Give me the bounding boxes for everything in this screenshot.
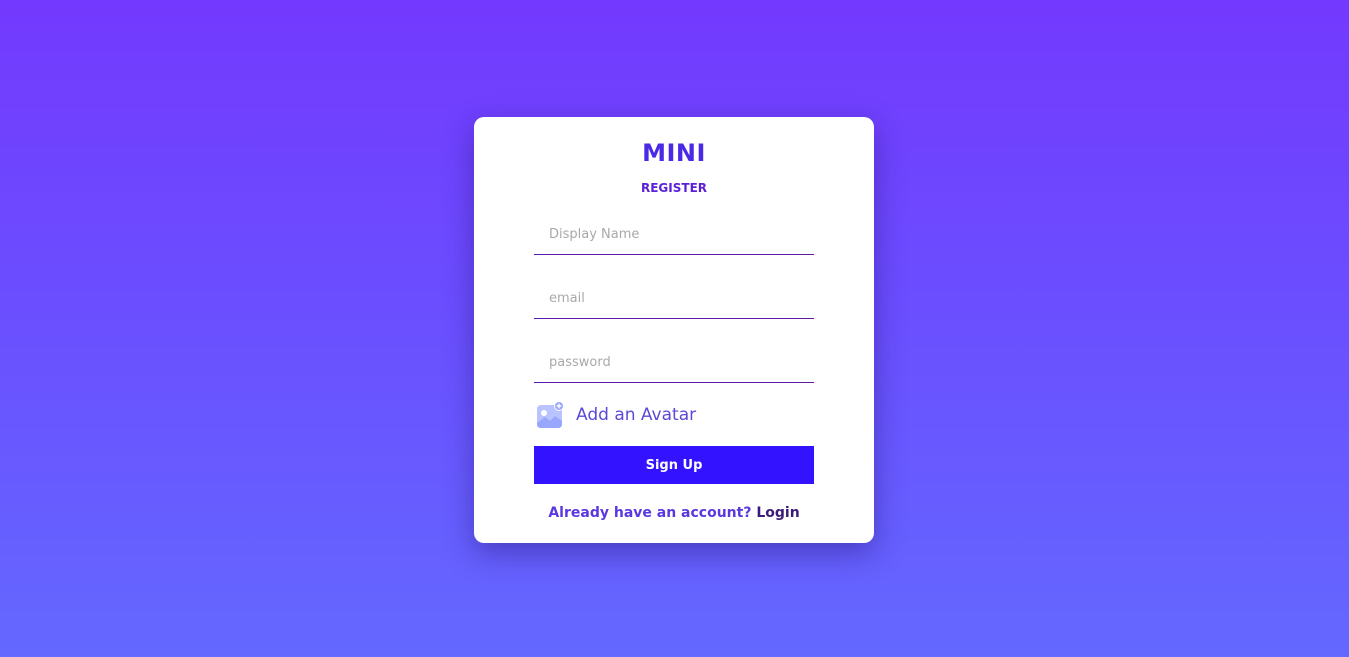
login-prompt-text: Already have an account? <box>548 505 752 521</box>
add-avatar-label: Add an Avatar <box>576 405 697 425</box>
add-avatar-button[interactable]: Add an Avatar <box>536 399 696 431</box>
form-title: REGISTER <box>640 181 708 195</box>
page-background: { "brand": { "logo": "MINI", "subtitle":… <box>0 0 1349 657</box>
login-prompt: Already have an account? Login <box>474 505 874 521</box>
login-link[interactable]: Login <box>756 505 799 521</box>
register-card: MINI REGISTER Add an Avatar Sign Up Alre… <box>474 117 874 543</box>
display-name-input[interactable] <box>534 215 814 255</box>
app-logo: MINI <box>642 139 706 167</box>
password-input[interactable] <box>534 343 814 383</box>
email-input[interactable] <box>534 279 814 319</box>
sign-up-button[interactable]: Sign Up <box>534 446 814 484</box>
add-image-icon <box>536 401 564 429</box>
